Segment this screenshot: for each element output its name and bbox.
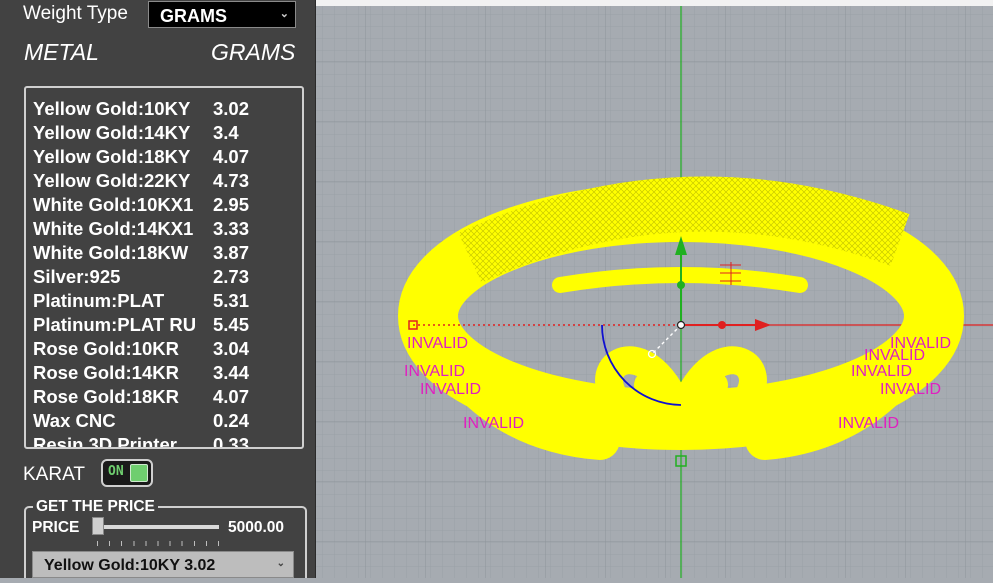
metal-grams: 2.95 bbox=[213, 194, 250, 215]
metal-name: Resin 3D Printer bbox=[33, 434, 177, 449]
invalid-label: INVALID bbox=[890, 335, 951, 352]
price-slider-thumb[interactable] bbox=[92, 517, 104, 535]
list-item[interactable]: Rose Gold:18KR 4.07 bbox=[33, 386, 249, 410]
metal-grams: 4.73 bbox=[213, 170, 250, 191]
get-price-title: GET THE PRICE bbox=[33, 498, 158, 516]
list-item[interactable]: Yellow Gold:10KY 3.02 bbox=[33, 98, 249, 122]
weight-type-label: Weight Type bbox=[23, 3, 128, 24]
invalid-label: INVALID bbox=[838, 415, 899, 432]
list-item[interactable]: Wax CNC 0.24 bbox=[33, 410, 249, 434]
metal-grams: 5.31 bbox=[213, 290, 250, 311]
metal-column-header: METAL bbox=[24, 39, 99, 65]
metal-weights-list[interactable]: Yellow Gold:10KY 3.02 Yellow Gold:14KY 3.4… bbox=[24, 86, 304, 449]
metal-name: Platinum:PLAT bbox=[33, 290, 165, 311]
karat-label: KARAT bbox=[23, 464, 85, 485]
list-item[interactable]: Rose Gold:14KR 3.44 bbox=[33, 362, 249, 386]
list-item[interactable]: Resin 3D Printer 0.33 bbox=[33, 434, 250, 449]
list-item[interactable]: White Gold:14KX1 3.33 bbox=[33, 218, 249, 242]
invalid-label: INVALID bbox=[407, 335, 468, 352]
metal-grams: 5.45 bbox=[213, 314, 250, 335]
right-scroll bbox=[667, 346, 767, 429]
grams-column-header: GRAMS bbox=[211, 39, 296, 65]
list-item[interactable]: Platinum:PLAT 5.31 bbox=[33, 290, 249, 314]
toggle-state-text: ON bbox=[108, 464, 124, 479]
metal-grams: 3.02 bbox=[213, 98, 250, 119]
invalid-label: INVALID bbox=[880, 381, 941, 398]
metal-grams: 4.07 bbox=[213, 146, 250, 167]
metal-grams: 3.04 bbox=[213, 338, 250, 359]
metal-name: Rose Gold:14KR bbox=[33, 362, 179, 383]
metal-grams: 0.33 bbox=[213, 434, 250, 449]
metal-name: White Gold:18KW bbox=[33, 242, 189, 263]
karat-toggle[interactable]: ON bbox=[101, 459, 153, 487]
metal-grams: 3.87 bbox=[213, 242, 250, 263]
invalid-label: INVALID bbox=[420, 381, 481, 398]
price-slider-ticks bbox=[97, 541, 219, 546]
metal-grams: 0.24 bbox=[213, 410, 250, 431]
chevron-down-icon: ⌄ bbox=[279, 8, 289, 20]
metal-grams: 3.4 bbox=[213, 122, 239, 143]
list-item[interactable]: White Gold:10KX1 2.95 bbox=[33, 194, 249, 218]
list-item[interactable]: White Gold:18KW 3.87 bbox=[33, 242, 249, 266]
metal-select[interactable]: Yellow Gold:10KY 3.02 ⌄ bbox=[32, 551, 294, 578]
metal-name: Rose Gold:18KR bbox=[33, 386, 179, 407]
metal-grams: 3.33 bbox=[213, 218, 250, 239]
metal-name: White Gold:10KX1 bbox=[33, 194, 194, 215]
metal-name: Yellow Gold:22KY bbox=[33, 170, 191, 191]
y-gizmo-handle[interactable] bbox=[677, 281, 685, 289]
metal-name: Yellow Gold:18KY bbox=[33, 146, 191, 167]
invalid-label: INVALID bbox=[851, 363, 912, 380]
invalid-label: INVALID bbox=[463, 415, 524, 432]
list-item[interactable]: Silver:925 2.73 bbox=[33, 266, 249, 290]
metal-name: Rose Gold:10KR bbox=[33, 338, 179, 359]
metal-grams: 2.73 bbox=[213, 266, 250, 287]
toggle-knob bbox=[130, 464, 148, 482]
metal-grams: 3.44 bbox=[213, 362, 250, 383]
x-gizmo-handle[interactable] bbox=[718, 321, 726, 329]
control-panel: Weight Type GRAMS ⌄ METAL GRAMS Yellow G… bbox=[0, 0, 316, 578]
price-slider-track[interactable] bbox=[95, 525, 219, 529]
invalid-label: INVALID bbox=[404, 363, 465, 380]
list-item[interactable]: Rose Gold:10KR 3.04 bbox=[33, 338, 249, 362]
metal-select-value: Yellow Gold:10KY 3.02 bbox=[44, 557, 216, 574]
list-item[interactable]: Yellow Gold:18KY 4.07 bbox=[33, 146, 249, 170]
chevron-down-icon: ⌄ bbox=[276, 558, 285, 569]
metal-name: Yellow Gold:14KY bbox=[33, 122, 191, 143]
list-item[interactable]: Platinum:PLAT RU 5.45 bbox=[33, 314, 249, 338]
metal-name: White Gold:14KX1 bbox=[33, 218, 194, 239]
price-value: 5000.00 bbox=[228, 519, 285, 536]
metal-name: Platinum:PLAT RU bbox=[33, 314, 197, 335]
weight-type-select[interactable]: GRAMS ⌄ bbox=[148, 1, 296, 28]
metal-name: Wax CNC bbox=[33, 410, 116, 431]
metal-grams: 4.07 bbox=[213, 386, 250, 407]
3d-viewport[interactable]: INVALID INVALID INVALID INVALID INVALID … bbox=[316, 6, 993, 578]
viewport-canvas: INVALID INVALID INVALID INVALID INVALID … bbox=[316, 6, 993, 578]
gizmo-center[interactable] bbox=[676, 320, 686, 330]
list-item[interactable]: Yellow Gold:22KY 4.73 bbox=[33, 170, 249, 194]
weight-type-value: GRAMS bbox=[160, 6, 227, 26]
metal-name: Yellow Gold:10KY bbox=[33, 98, 191, 119]
price-label: PRICE bbox=[32, 519, 80, 536]
list-item[interactable]: Yellow Gold:14KY 3.4 bbox=[33, 122, 239, 146]
metal-name: Silver:925 bbox=[33, 266, 121, 287]
